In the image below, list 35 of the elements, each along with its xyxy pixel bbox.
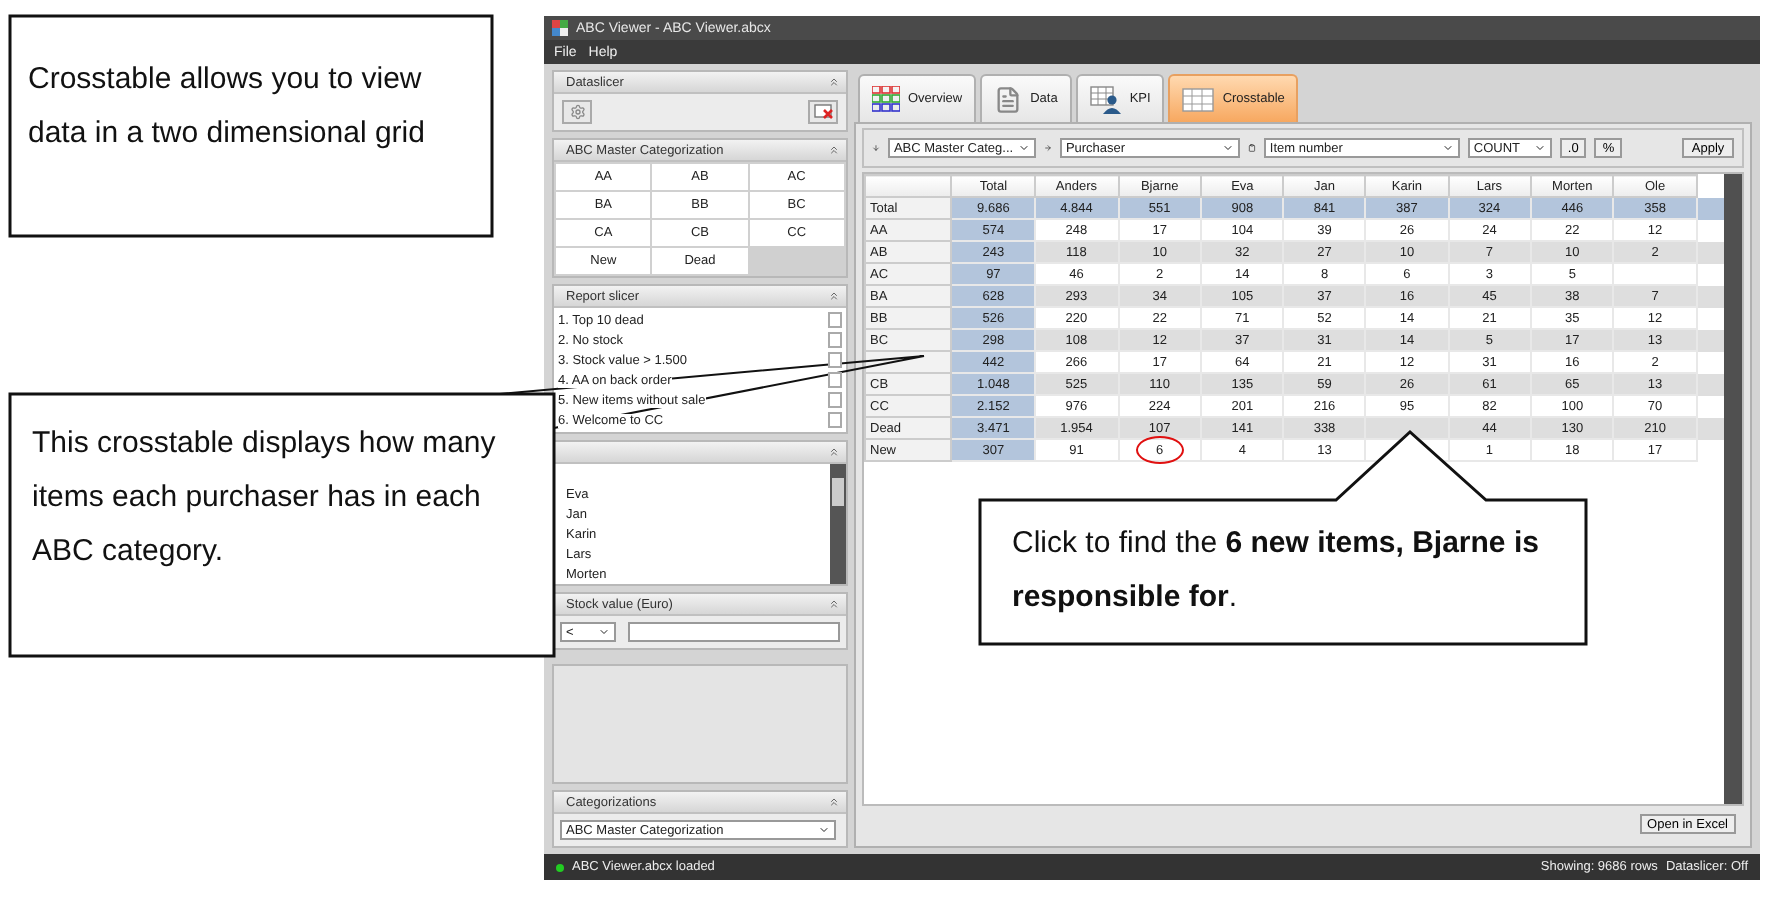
- scrollbar[interactable]: [1724, 174, 1742, 804]
- checkbox[interactable]: [828, 352, 842, 368]
- collapse-icon[interactable]: [828, 598, 840, 610]
- document-icon: [994, 85, 1023, 113]
- caret-icon: [1221, 142, 1234, 154]
- caret-icon: [818, 824, 830, 836]
- collapse-icon[interactable]: [828, 76, 840, 88]
- caret-icon: [1533, 142, 1546, 154]
- checkbox[interactable]: [828, 332, 842, 348]
- table-icon: [1182, 87, 1215, 111]
- callout-text: This crosstable displays how many items each purchaser has in each ABC category.: [32, 424, 498, 572]
- callout-text: Click to find the 6 new items, Bjarne is responsible for.: [1012, 524, 1541, 618]
- table-person-icon: [1089, 85, 1122, 113]
- value-input[interactable]: [628, 622, 840, 642]
- settings-button[interactable]: [562, 100, 592, 124]
- caret-icon: [1441, 142, 1454, 154]
- caret-icon: [598, 626, 610, 638]
- checkbox[interactable]: [828, 412, 842, 428]
- arrow-down-icon: [872, 140, 880, 156]
- checkbox[interactable]: [828, 372, 842, 388]
- clipboard-icon: [1247, 140, 1256, 156]
- collapse-icon[interactable]: [828, 446, 840, 458]
- callout-text: Crosstable allows you to view data in a two dimensional grid: [28, 60, 427, 154]
- collapse-icon[interactable]: [828, 144, 840, 156]
- scrollbar[interactable]: [830, 464, 846, 584]
- arrow-right-icon: [1043, 140, 1052, 156]
- collapse-icon[interactable]: [828, 290, 840, 302]
- clear-filter-button[interactable]: [808, 100, 838, 124]
- app-icon: [552, 20, 568, 36]
- grid-icon: [872, 86, 900, 112]
- checkbox[interactable]: [828, 392, 842, 408]
- checkbox[interactable]: [828, 312, 842, 328]
- status-icon: [556, 863, 564, 871]
- collapse-icon[interactable]: [828, 796, 840, 808]
- caret-icon: [1017, 142, 1030, 154]
